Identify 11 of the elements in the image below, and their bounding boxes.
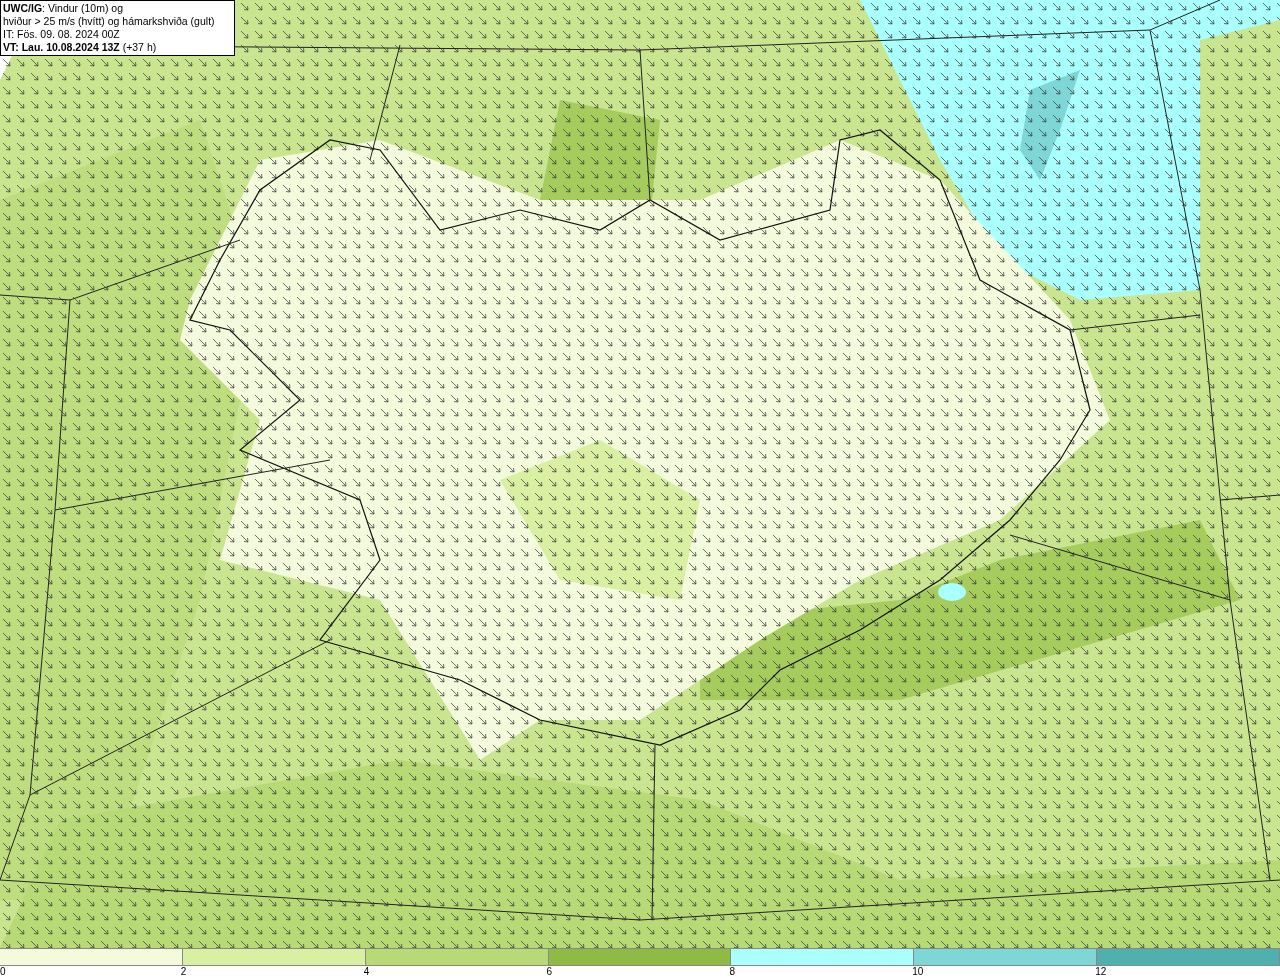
legend-label: 4 (363, 966, 370, 977)
legend-label: 6 (546, 966, 553, 977)
legend-label: 0 (0, 966, 6, 977)
legend-label: 12 (1095, 966, 1107, 977)
legend-label: 10 (912, 966, 924, 977)
legend-label: 8 (729, 966, 735, 977)
legend-label: 2 (180, 966, 187, 977)
title-line: hviður > 25 m/s (hvítt) og hámarkshviða (gult) (3, 15, 216, 28)
title-line: IT: Fös. 09. 08. 2024 00Z (3, 28, 121, 41)
title-line: VT: Lau. 10.08.2024 13Z (+37 h) (3, 41, 158, 54)
title-line: UWC/IG: Vindur (10m) og (3, 2, 124, 15)
